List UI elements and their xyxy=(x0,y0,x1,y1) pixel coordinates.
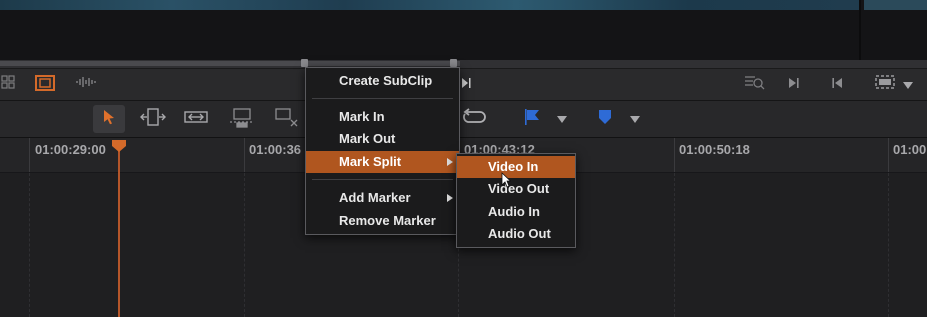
loop-icon xyxy=(461,107,487,131)
flag-button[interactable] xyxy=(516,105,548,133)
overwrite-icon xyxy=(273,106,299,133)
submenu-item-video-out[interactable]: Video Out xyxy=(457,178,575,200)
menu-item-label: Add Marker xyxy=(339,190,411,205)
marker-button[interactable] xyxy=(589,105,621,133)
filmstrip-icon[interactable] xyxy=(32,74,58,94)
prev-frame-icon[interactable] xyxy=(829,74,845,94)
ruler-timecode: 01:00:50:18 xyxy=(679,142,750,157)
menu-item-remove-marker[interactable]: Remove Marker xyxy=(306,210,459,232)
viewer-panel xyxy=(0,0,927,60)
menu-item-create-subclip[interactable]: Create SubClip xyxy=(306,70,459,92)
ruler-timecode: 01:00 xyxy=(893,142,927,157)
menu-separator xyxy=(312,98,453,99)
submenu-item-label: Audio Out xyxy=(488,226,551,241)
insert-icon xyxy=(229,106,255,133)
viewer-image-secondary xyxy=(864,0,927,10)
scrub-in-handle[interactable] xyxy=(301,59,308,67)
fullscreen-dropdown-icon[interactable] xyxy=(903,82,913,89)
context-menu: Create SubClip Mark In Mark Out Mark Spl… xyxy=(305,67,460,235)
menu-separator xyxy=(312,179,453,180)
submenu-item-label: Video In xyxy=(488,159,539,174)
submenu-item-audio-in[interactable]: Audio In xyxy=(457,201,575,223)
viewer-toolbar xyxy=(0,69,927,101)
menu-item-add-marker[interactable]: Add Marker xyxy=(306,187,459,209)
grid-line xyxy=(674,173,675,317)
ruler-tick xyxy=(888,138,889,172)
ruler-tick xyxy=(674,138,675,172)
submenu-item-audio-out[interactable]: Audio Out xyxy=(457,223,575,245)
scrub-out-handle[interactable] xyxy=(450,59,457,67)
ruler-timecode: 01:00:29:00 xyxy=(35,142,106,157)
ruler-tick xyxy=(244,138,245,172)
menu-item-mark-split[interactable]: Mark Split xyxy=(306,151,459,173)
ruler-tick xyxy=(29,138,30,172)
dynamic-trim-button[interactable] xyxy=(180,105,212,133)
menu-item-label: Create SubClip xyxy=(339,73,433,88)
submenu-item-video-in[interactable]: Video In xyxy=(457,156,575,178)
menu-item-mark-in[interactable]: Mark In xyxy=(306,106,459,128)
next-frame-icon[interactable] xyxy=(786,74,802,94)
submenu-item-label: Audio In xyxy=(488,204,540,219)
playhead-line[interactable] xyxy=(118,150,120,317)
selection-arrow-icon xyxy=(102,109,116,130)
menu-item-label: Mark In xyxy=(339,109,385,124)
submenu-arrow-icon xyxy=(447,194,453,202)
menu-item-label: Mark Out xyxy=(339,131,396,146)
grid-line xyxy=(888,173,889,317)
marker-icon xyxy=(597,108,613,131)
mark-split-submenu: Video In Video Out Audio In Audio Out xyxy=(456,153,576,248)
grid-line xyxy=(29,173,30,317)
menu-item-label: Remove Marker xyxy=(339,213,436,228)
trim-icon xyxy=(140,107,166,132)
fullscreen-icon[interactable] xyxy=(872,74,898,94)
loop-button[interactable] xyxy=(458,105,490,133)
grid-line xyxy=(244,173,245,317)
flag-icon xyxy=(522,107,542,132)
selection-tool-button[interactable] xyxy=(93,105,125,133)
submenu-arrow-icon xyxy=(447,158,453,166)
flag-dropdown-icon[interactable] xyxy=(557,116,567,123)
menu-item-label: Mark Split xyxy=(339,154,402,169)
edit-toolbar xyxy=(0,101,927,138)
ruler-timecode: 01:00:36 xyxy=(249,142,302,157)
zoom-search-icon[interactable] xyxy=(742,74,768,94)
trim-tool-button[interactable] xyxy=(137,105,169,133)
insert-clip-button[interactable] xyxy=(226,105,258,133)
menu-item-mark-out[interactable]: Mark Out xyxy=(306,128,459,150)
playhead-handle-icon[interactable] xyxy=(111,139,127,153)
dynamic-trim-icon xyxy=(183,109,209,130)
grid-icon[interactable] xyxy=(0,74,16,94)
mouse-cursor-icon xyxy=(501,172,512,188)
marker-dropdown-icon[interactable] xyxy=(630,116,640,123)
viewer-image xyxy=(0,0,860,10)
viewer-scrub-range xyxy=(0,61,460,66)
audio-waveform-icon[interactable] xyxy=(74,74,100,94)
overwrite-clip-button[interactable] xyxy=(270,105,302,133)
next-edit-icon[interactable] xyxy=(460,74,472,94)
submenu-item-label: Video Out xyxy=(488,181,550,196)
